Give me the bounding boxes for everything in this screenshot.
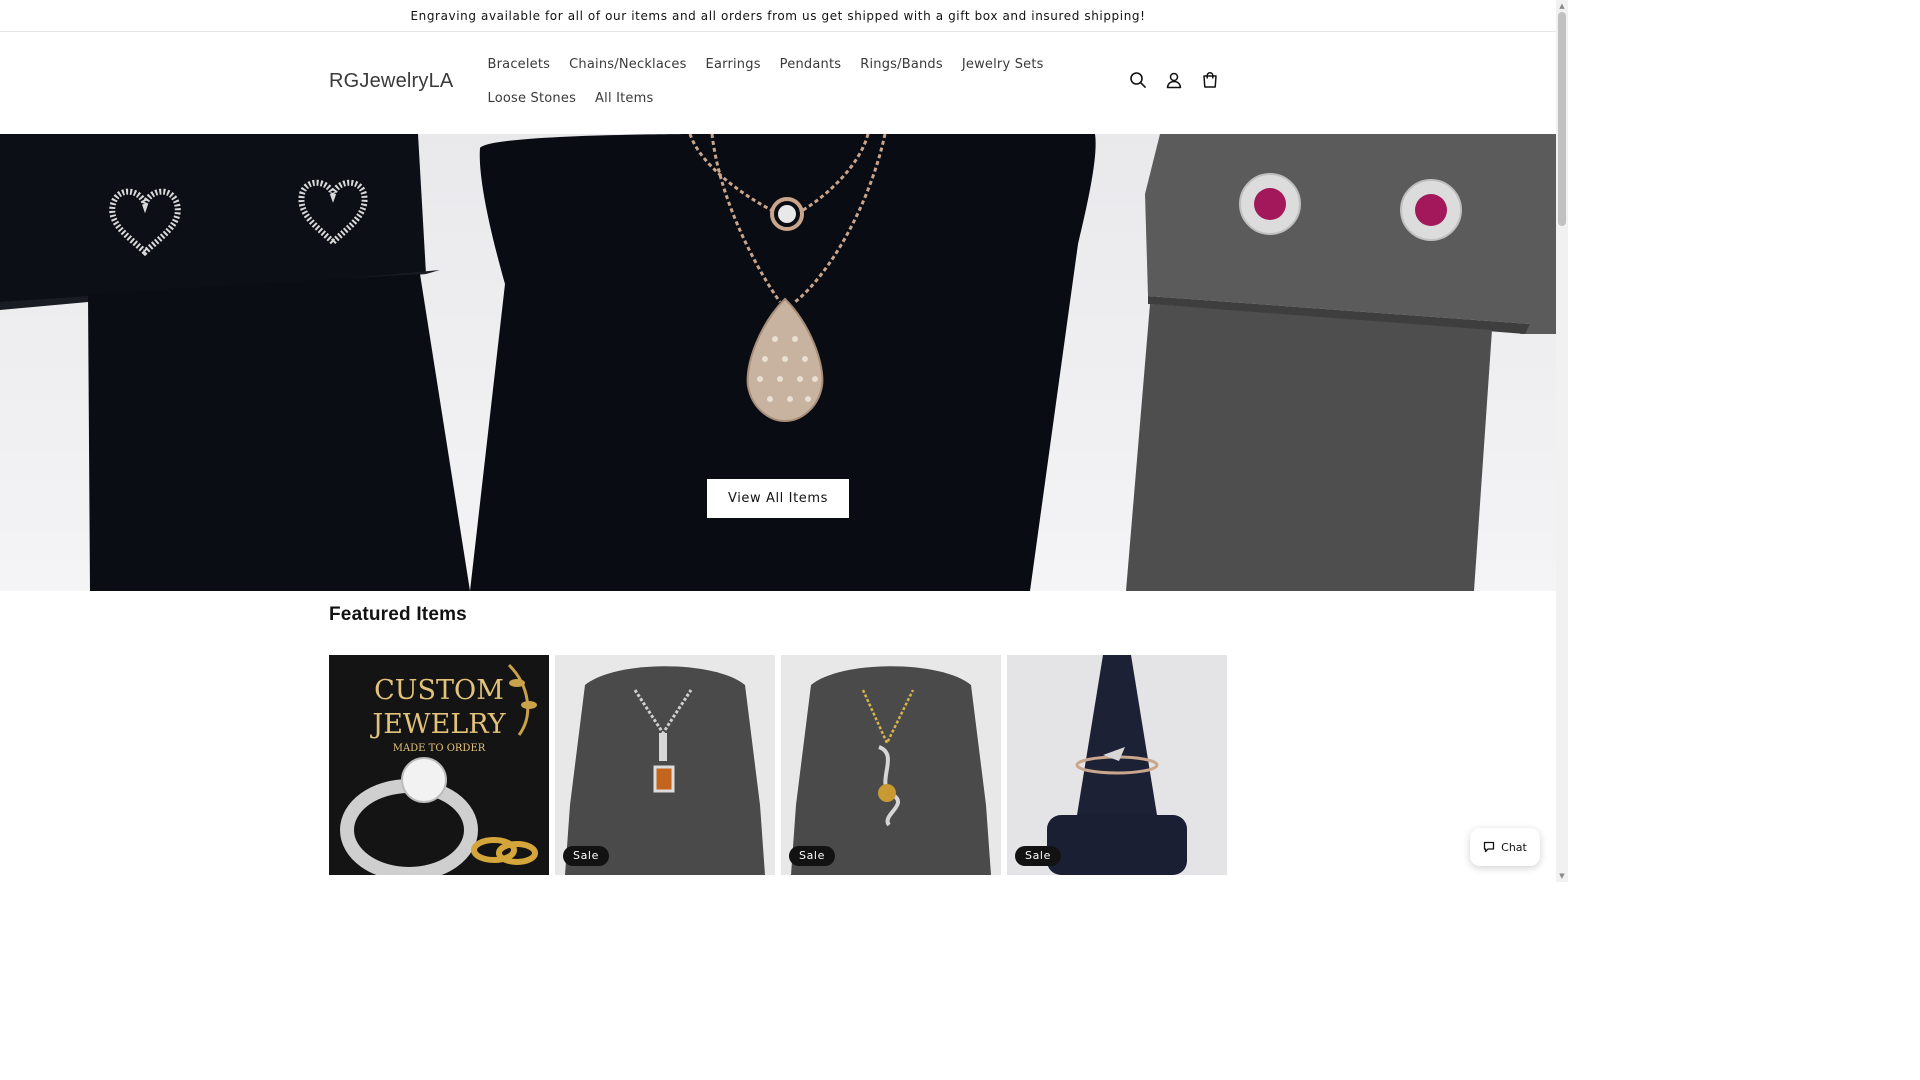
nav-loose-stones[interactable]: Loose Stones xyxy=(478,82,586,116)
featured-items-heading: Featured Items xyxy=(329,604,467,625)
product-card-pendant-orange[interactable]: Sale xyxy=(555,655,775,875)
product-card-pendant-rose[interactable]: Sale xyxy=(781,655,1001,875)
announcement-bar: Engraving available for all of our items… xyxy=(0,0,1556,32)
nav-jewelry-sets[interactable]: Jewelry Sets xyxy=(952,48,1053,82)
header-icons xyxy=(1128,70,1220,90)
scroll-up-arrow-icon[interactable]: ▲ xyxy=(1558,2,1566,10)
product-card-custom-jewelry[interactable]: CUSTOM JEWELRY MADE TO ORDER xyxy=(329,655,549,875)
sale-badge: Sale xyxy=(563,846,609,866)
custom-text: CUSTOM xyxy=(374,675,504,706)
product-image xyxy=(781,655,1001,875)
product-image xyxy=(1007,655,1227,875)
view-all-items-button[interactable]: View All Items xyxy=(707,479,849,518)
nav-all-items[interactable]: All Items xyxy=(586,82,663,116)
sale-badge: Sale xyxy=(1015,846,1061,866)
search-icon[interactable] xyxy=(1128,70,1148,90)
nav-chains-necklaces[interactable]: Chains/Necklaces xyxy=(560,48,696,82)
account-icon[interactable] xyxy=(1164,70,1184,90)
chat-icon xyxy=(1483,841,1495,853)
made-to-order-text: MADE TO ORDER xyxy=(393,743,486,754)
site-logo[interactable]: RGJewelryLA xyxy=(329,70,453,93)
cart-icon[interactable] xyxy=(1200,70,1220,90)
announcement-text: Engraving available for all of our items… xyxy=(410,8,1146,23)
product-card-arrow-ring[interactable]: Sale xyxy=(1007,655,1227,875)
nav-bracelets[interactable]: Bracelets xyxy=(478,48,560,82)
nav-rings-bands[interactable]: Rings/Bands xyxy=(851,48,953,82)
scroll-down-arrow-icon[interactable]: ▼ xyxy=(1558,872,1566,880)
page-scrollbar[interactable]: ▲ ▼ xyxy=(1556,0,1568,882)
main-nav: Bracelets Chains/Necklaces Earrings Pend… xyxy=(478,48,1118,116)
chat-label: Chat xyxy=(1501,840,1527,854)
site-header: RGJewelryLA Bracelets Chains/Necklaces E… xyxy=(0,32,1556,134)
hero-image xyxy=(0,134,1556,591)
nav-earrings[interactable]: Earrings xyxy=(696,48,770,82)
scrollbar-thumb[interactable] xyxy=(1558,12,1566,226)
hero-banner: View All Items xyxy=(0,134,1556,591)
nav-pendants[interactable]: Pendants xyxy=(770,48,851,82)
product-image: CUSTOM JEWELRY MADE TO ORDER xyxy=(329,655,549,875)
product-image xyxy=(555,655,775,875)
jewelry-text: JEWELRY xyxy=(369,709,506,740)
chat-button[interactable]: Chat xyxy=(1470,828,1540,866)
sale-badge: Sale xyxy=(789,846,835,866)
